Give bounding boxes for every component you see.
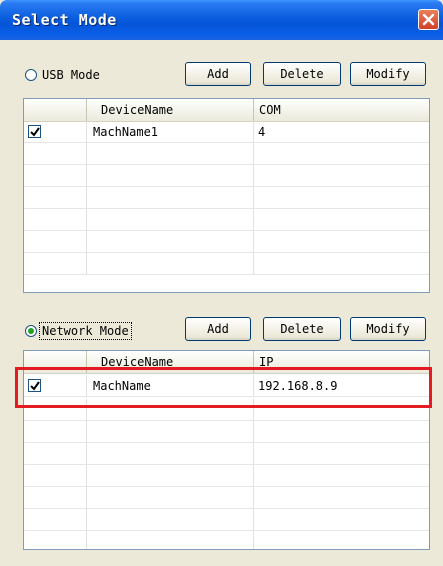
com-cell: 4 <box>254 121 429 142</box>
device-name-cell: MachName1 <box>87 121 254 142</box>
table-row <box>24 465 429 487</box>
checkmark-icon <box>29 126 40 137</box>
usb-column-devicename[interactable]: DeviceName <box>87 99 254 121</box>
usb-add-button[interactable]: Add <box>185 62 251 86</box>
table-row <box>24 187 429 209</box>
network-modify-button[interactable]: Modify <box>350 317 426 341</box>
usb-delete-button[interactable]: Delete <box>263 62 341 86</box>
row-check-cell <box>24 121 87 142</box>
table-row <box>24 231 429 253</box>
radio-selected-dot <box>28 328 34 334</box>
network-mode-label: Network Mode <box>39 322 132 340</box>
window-title: Select Mode <box>12 11 117 29</box>
table-row[interactable]: MachName1 4 <box>24 121 429 143</box>
close-button[interactable] <box>418 9 439 30</box>
table-row <box>24 531 429 549</box>
usb-device-list[interactable]: DeviceName COM MachName1 4 <box>23 98 430 293</box>
table-row <box>24 253 429 275</box>
usb-mode-radio-circle[interactable] <box>25 69 37 81</box>
row-checkbox[interactable] <box>28 125 41 138</box>
usb-list-header: DeviceName COM <box>24 99 429 122</box>
table-row <box>24 209 429 231</box>
network-delete-button[interactable]: Delete <box>263 317 341 341</box>
highlight-annotation <box>15 367 432 408</box>
table-row <box>24 487 429 509</box>
table-row <box>24 421 429 443</box>
usb-mode-label: USB Mode <box>42 68 100 82</box>
title-bar: Select Mode <box>0 0 443 40</box>
usb-check-column-header[interactable] <box>24 99 87 121</box>
usb-modify-button[interactable]: Modify <box>350 62 426 86</box>
table-row <box>24 143 429 165</box>
table-row <box>24 165 429 187</box>
table-row <box>24 443 429 465</box>
network-add-button[interactable]: Add <box>185 317 251 341</box>
usb-column-com[interactable]: COM <box>254 99 429 121</box>
usb-mode-radio[interactable]: USB Mode <box>25 67 102 83</box>
network-mode-radio-circle[interactable] <box>25 325 37 337</box>
table-row <box>24 509 429 531</box>
close-icon <box>422 13 435 26</box>
network-mode-radio[interactable]: Network Mode <box>25 322 132 340</box>
